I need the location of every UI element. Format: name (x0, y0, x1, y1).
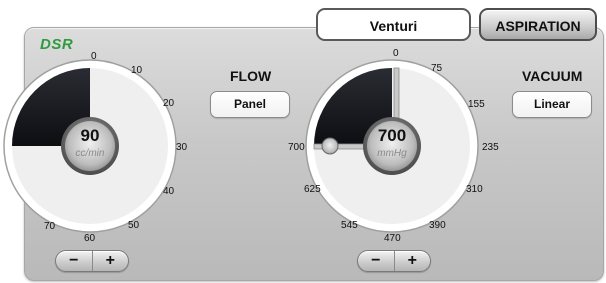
flow-title: FLOW (230, 68, 272, 84)
flow-unit: cc/min (75, 148, 105, 159)
aspiration-tab-button[interactable]: ASPIRATION (479, 8, 597, 41)
flow-increase-button[interactable]: + (93, 251, 129, 271)
flow-tick: 60 (84, 233, 96, 244)
vacuum-decrease-button[interactable]: − (358, 251, 395, 271)
vacuum-value: 700 (377, 126, 407, 145)
vacuum-stepper: − + (357, 250, 431, 272)
flow-tick: 30 (176, 142, 188, 153)
flow-control-button[interactable]: Panel (210, 91, 290, 118)
vacuum-increase-button[interactable]: + (395, 251, 431, 271)
flow-tick: 10 (131, 65, 143, 76)
flow-tick: 40 (163, 186, 175, 197)
vacuum-tick: 75 (431, 63, 443, 74)
flow-stepper: − + (55, 250, 129, 272)
vacuum-tick: 235 (482, 142, 499, 153)
vacuum-tick: 155 (468, 99, 485, 110)
vacuum-tick: 310 (466, 184, 483, 195)
vacuum-title: VACUUM (522, 68, 583, 84)
vacuum-tick: 545 (341, 220, 358, 231)
vacuum-tick: 470 (384, 233, 401, 244)
vacuum-tick: 0 (393, 48, 399, 59)
vacuum-tick: 390 (429, 220, 446, 231)
flow-tick: 50 (128, 220, 140, 231)
flow-tick: 70 (44, 221, 56, 232)
flow-decrease-button[interactable]: − (56, 251, 93, 271)
flow-value: 90 (80, 126, 100, 145)
flow-tick: 0 (91, 51, 97, 62)
mode-button[interactable]: Venturi (316, 8, 471, 41)
brand-logo: DSR (40, 36, 74, 53)
vacuum-control-button[interactable]: Linear (512, 91, 592, 118)
vacuum-unit: mmHg (377, 148, 407, 159)
vacuum-tick: 700 (288, 142, 305, 153)
vacuum-tick: 625 (304, 184, 321, 195)
flow-tick: 20 (163, 98, 175, 109)
